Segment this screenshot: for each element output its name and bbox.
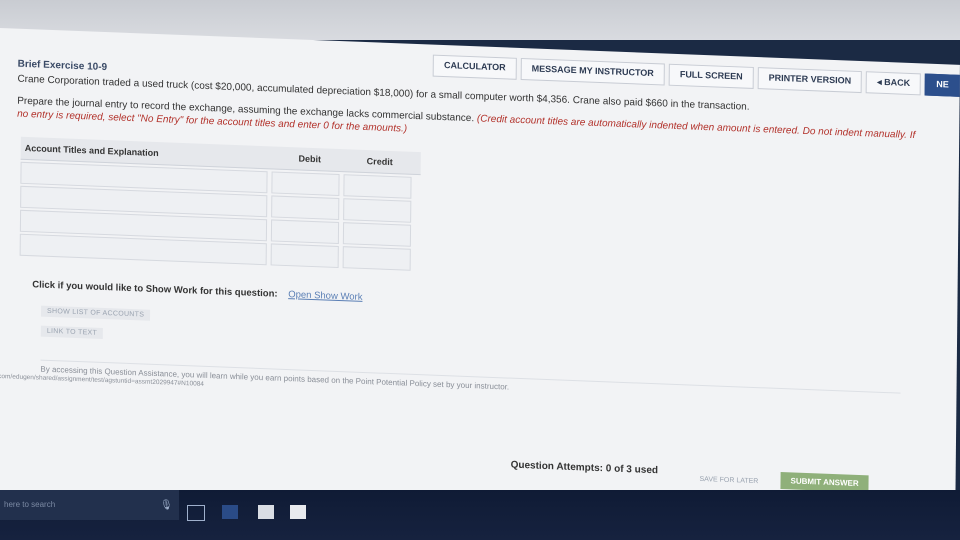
credit-input[interactable] (342, 222, 412, 247)
microphone-icon[interactable]: 🎙 (160, 500, 173, 511)
credit-input[interactable] (343, 174, 412, 199)
store-icon[interactable] (290, 505, 306, 519)
debit-input[interactable] (270, 243, 339, 269)
debit-input[interactable] (270, 219, 340, 245)
debit-input[interactable] (271, 195, 340, 221)
exercise-title: Brief Exercise 10-9 (17, 58, 108, 74)
credit-input[interactable] (343, 198, 412, 223)
full-screen-button[interactable]: FULL SCREEN (668, 63, 754, 89)
task-view-icon[interactable] (187, 505, 205, 521)
show-list-of-accounts-button[interactable]: SHOW LIST OF ACCOUNTS (40, 305, 151, 321)
column-header-account: Account Titles and Explanation (24, 142, 159, 159)
message-instructor-button[interactable]: MESSAGE MY INSTRUCTOR (520, 58, 665, 86)
column-header-credit: Credit (366, 156, 393, 168)
link-to-text-button[interactable]: LINK TO TEXT (40, 325, 104, 339)
credit-input[interactable] (342, 246, 411, 271)
show-work-label: Click if you would like to Show Work for… (32, 279, 278, 300)
debit-input[interactable] (271, 171, 340, 197)
file-explorer-icon[interactable] (258, 505, 274, 519)
toolbar: CALCULATOR MESSAGE MY INSTRUCTOR FULL SC… (429, 54, 960, 97)
save-for-later-button[interactable]: SAVE FOR LATER (695, 473, 762, 489)
show-work-prompt: Click if you would like to Show Work for… (32, 279, 362, 303)
back-button[interactable]: ◂ BACK (866, 71, 922, 96)
edge-browser-icon[interactable] (222, 505, 238, 519)
assignment-page: CALCULATOR MESSAGE MY INSTRUCTOR FULL SC… (0, 28, 960, 527)
printer-version-button[interactable]: PRINTER VERSION (757, 67, 863, 94)
column-header-debit: Debit (298, 153, 322, 165)
calculator-button[interactable]: CALCULATOR (432, 54, 517, 80)
open-show-work-link[interactable]: Open Show Work (288, 289, 362, 303)
taskbar-search-input[interactable]: here to search (0, 490, 179, 520)
journal-entry-table: Account Titles and Explanation Debit Cre… (19, 136, 421, 271)
question-attempts: Question Attempts: 0 of 3 used (510, 459, 659, 477)
next-button[interactable]: NE (925, 73, 960, 97)
